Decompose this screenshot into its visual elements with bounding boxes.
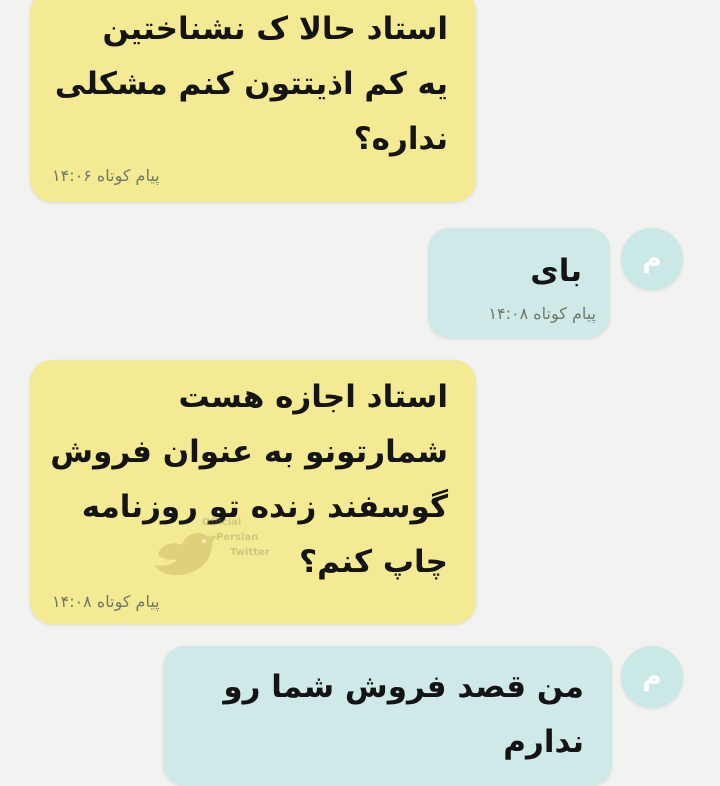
watermark-logo: Official Persian Twitter [150,515,290,605]
message-bubble-outgoing[interactable]: بای پیام کوتاه ۱۴:۰۸ [428,228,610,338]
watermark-line: Twitter [230,547,270,558]
contact-avatar[interactable]: م [621,646,683,708]
message-timestamp: پیام کوتاه ۱۴:۰۶ [52,166,160,185]
message-timestamp: پیام کوتاه ۱۴:۰۸ [488,304,596,323]
message-bubble-incoming[interactable]: استاد حالا ک نشناختین یه کم اذیتتون کنم … [30,0,476,202]
message-text: استاد حالا ک نشناختین یه کم اذیتتون کنم … [54,11,448,157]
message-text: بای [530,253,582,289]
watermark-line: Persian [216,532,259,543]
message-text: من قصد فروش شما رو ندارم [223,669,584,760]
watermark-line: Official [202,517,242,528]
message-timestamp: پیام کوتاه ۱۴:۰۸ [52,592,160,611]
watermark-text: Official Persian Twitter [202,515,270,560]
message-bubble-outgoing[interactable]: من قصد فروش شما رو ندارم [163,646,612,786]
contact-avatar[interactable]: م [621,228,683,290]
